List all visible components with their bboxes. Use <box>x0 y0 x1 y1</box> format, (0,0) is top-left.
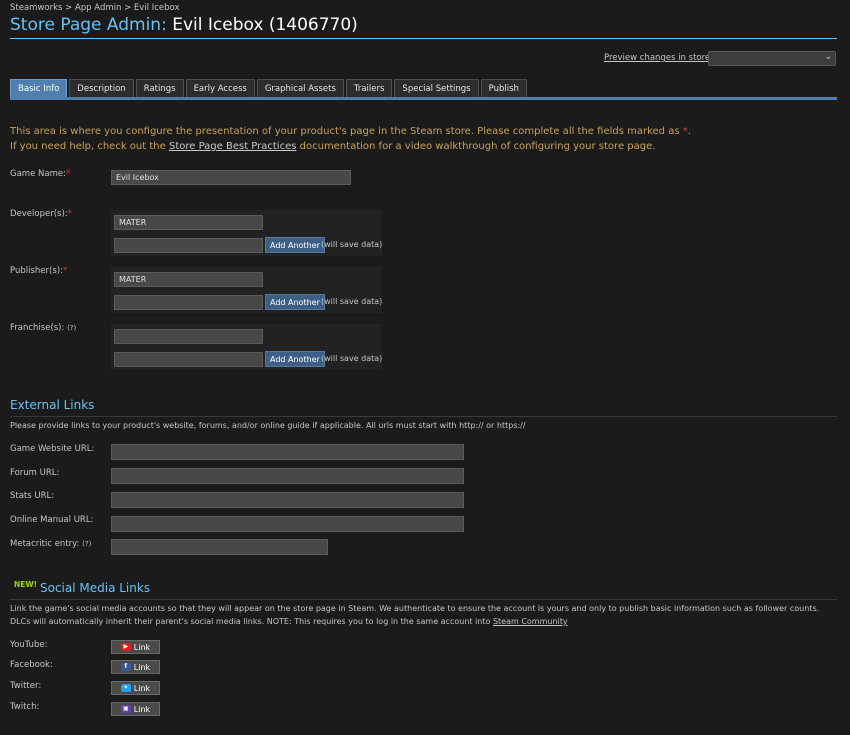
intro-text: This area is where you configure the pre… <box>10 124 691 154</box>
social-media-title: Social Media Links <box>40 581 151 595</box>
external-links-title: External Links <box>10 398 95 412</box>
intro-line-2-post: documentation for a video walkthrough of… <box>299 141 656 152</box>
twitch-icon: ▣ <box>120 705 131 713</box>
developers-label-text: Developer(s): <box>10 209 68 219</box>
new-badge: NEW! <box>14 580 38 589</box>
page-title: Store Page Admin: Evil Icebox (1406770) <box>10 15 358 35</box>
tabs-divider <box>10 97 837 100</box>
preview-changes-link[interactable]: Preview changes in store <box>604 53 710 63</box>
steam-community-link[interactable]: Steam Community <box>493 617 568 626</box>
tab-early-access[interactable]: Early Access <box>185 79 255 97</box>
website-url-input[interactable] <box>111 444 464 460</box>
publisher-save-note: (will save data) <box>321 297 383 306</box>
intro-line-2-pre: If you need help, check out the <box>10 141 166 152</box>
publisher-input-1[interactable]: MATER <box>114 272 263 287</box>
twitch-link-label: Link <box>133 704 151 714</box>
franchise-input-new[interactable] <box>114 352 263 367</box>
developers-label: Developer(s):* <box>10 209 72 219</box>
intro-line-1-text: This area is where you configure the pre… <box>10 126 680 137</box>
twitch-label: Twitch: <box>10 702 40 712</box>
metacritic-label: Metacritic entry: (?) <box>10 539 91 549</box>
publishers-label: Publisher(s):* <box>10 266 67 276</box>
youtube-link-button[interactable]: ▶ Link <box>111 640 160 654</box>
breadcrumb: Steamworks > App Admin > Evil Icebox <box>10 3 180 13</box>
facebook-link-button[interactable]: f Link <box>111 660 160 674</box>
required-star: * <box>62 266 68 276</box>
tab-publish[interactable]: Publish <box>480 79 527 97</box>
youtube-icon: ▶ <box>120 643 131 651</box>
manual-url-input[interactable] <box>111 516 464 532</box>
franchise-label: Franchise(s): (?) <box>10 323 76 333</box>
twitter-label: Twitter: <box>10 681 42 691</box>
required-star: * <box>65 169 71 179</box>
stats-url-label: Stats URL: <box>10 491 55 501</box>
intro-line-2: If you need help, check out the Store Pa… <box>10 139 691 154</box>
tab-bar: Basic Info Description Ratings Early Acc… <box>10 79 529 97</box>
add-franchise-button[interactable]: Add Another <box>265 351 325 367</box>
title-divider <box>10 38 837 39</box>
metacritic-help-icon[interactable]: (?) <box>82 540 91 548</box>
chevron-down-icon: ⌄ <box>824 52 832 62</box>
developer-input-new[interactable] <box>114 238 263 253</box>
intro-line-1: This area is where you configure the pre… <box>10 124 691 139</box>
forum-url-label: Forum URL: <box>10 468 60 478</box>
stats-url-input[interactable] <box>111 492 464 508</box>
website-url-label: Game Website URL: <box>10 444 95 454</box>
twitter-icon: ✦ <box>120 684 131 692</box>
franchise-label-text: Franchise(s): <box>10 323 65 333</box>
tab-basic-info[interactable]: Basic Info <box>10 79 68 97</box>
developer-save-note: (will save data) <box>321 240 383 249</box>
external-links-description: Please provide links to your product's w… <box>10 421 526 430</box>
tab-trailers[interactable]: Trailers <box>345 79 393 97</box>
metacritic-input[interactable] <box>111 539 328 555</box>
social-media-divider <box>10 599 837 600</box>
page-title-prefix: Store Page Admin: <box>10 15 167 35</box>
page-title-game: Evil Icebox (1406770) <box>172 15 358 35</box>
external-links-divider <box>10 416 837 417</box>
social-description-text: Link the game's social media accounts so… <box>10 604 820 626</box>
facebook-label: Facebook: <box>10 660 53 670</box>
publishers-label-text: Publisher(s): <box>10 266 63 276</box>
game-name-label-text: Game Name: <box>10 169 66 179</box>
youtube-link-label: Link <box>133 642 151 652</box>
intro-line-1-end: . <box>687 126 691 137</box>
tab-ratings[interactable]: Ratings <box>135 79 184 97</box>
required-star: * <box>67 209 72 219</box>
publisher-input-new[interactable] <box>114 295 263 310</box>
forum-url-input[interactable] <box>111 468 464 484</box>
best-practices-link[interactable]: Store Page Best Practices <box>169 141 296 152</box>
franchise-save-note: (will save data) <box>321 354 383 363</box>
developer-input-1[interactable]: MATER <box>114 215 263 230</box>
game-name-label: Game Name:* <box>10 169 70 179</box>
twitch-link-button[interactable]: ▣ Link <box>111 702 160 716</box>
tab-description[interactable]: Description <box>69 79 134 97</box>
tab-special-settings[interactable]: Special Settings <box>394 79 479 97</box>
add-publisher-button[interactable]: Add Another <box>265 294 325 310</box>
franchise-input-1[interactable] <box>114 329 263 344</box>
social-media-description: Link the game's social media accounts so… <box>10 602 840 628</box>
metacritic-label-text: Metacritic entry: <box>10 539 80 549</box>
youtube-label: YouTube: <box>10 640 48 650</box>
preview-store-select[interactable]: ⌄ <box>708 51 836 66</box>
tab-graphical-assets[interactable]: Graphical Assets <box>256 79 344 97</box>
add-developer-button[interactable]: Add Another <box>265 237 325 253</box>
twitter-link-label: Link <box>133 683 151 693</box>
manual-url-label: Online Manual URL: <box>10 515 94 525</box>
franchise-help-icon[interactable]: (?) <box>67 324 76 332</box>
game-name-input[interactable]: Evil Icebox <box>111 170 351 185</box>
facebook-icon: f <box>120 663 131 671</box>
twitter-link-button[interactable]: ✦ Link <box>111 681 160 695</box>
facebook-link-label: Link <box>133 662 151 672</box>
